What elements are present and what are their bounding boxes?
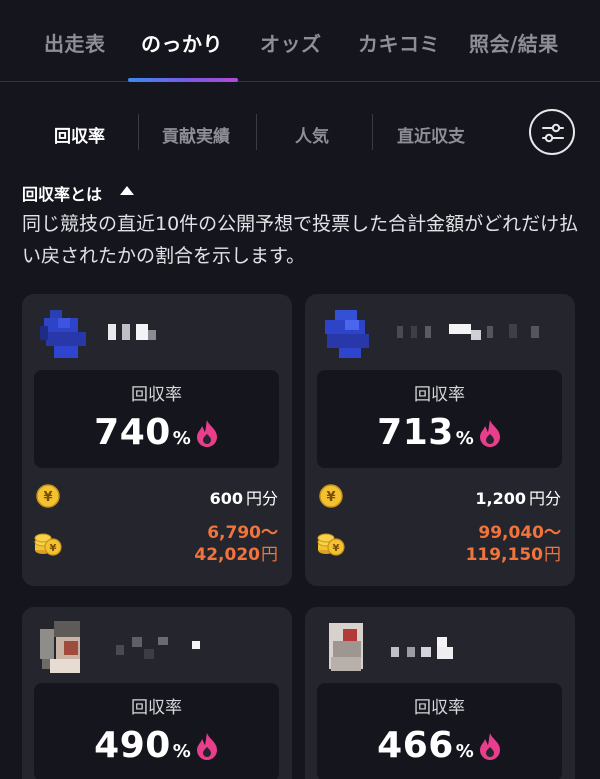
percent-unit: %: [455, 741, 474, 762]
payout-range-max: 119,150: [465, 545, 543, 565]
percent-unit: %: [172, 428, 191, 449]
divider: [372, 114, 373, 150]
filter-button[interactable]: [529, 109, 575, 155]
avatar: [40, 621, 80, 673]
bet-amount: 1,200: [475, 489, 526, 508]
tab-results[interactable]: 照会/結果: [469, 28, 559, 57]
stat-label: 回収率: [414, 698, 465, 718]
bet-unit: 円分: [245, 489, 278, 508]
active-tab-indicator: [128, 78, 238, 82]
subtab-contribution[interactable]: 貢献実績: [162, 122, 230, 147]
payout-unit: 円: [261, 545, 278, 565]
coin-stack-icon: ¥: [317, 533, 345, 556]
user-card[interactable]: 回収率 713% ¥ 1,200 円分 ¥ 99,040～ 119,150円: [305, 294, 575, 586]
stat-label: 回収率: [131, 385, 182, 405]
coin-stack-icon: ¥: [34, 533, 62, 556]
payout-range-min: 99,040～: [478, 523, 561, 543]
stat-label: 回収率: [131, 698, 182, 718]
recovery-rate-value: 713: [377, 412, 454, 453]
username-mosaic: [397, 324, 539, 340]
tab-kakikomi[interactable]: カキコミ: [358, 28, 440, 57]
avatar: [40, 310, 86, 358]
yen-coin-icon: ¥: [36, 484, 60, 508]
tab-odds[interactable]: オッズ: [260, 28, 322, 57]
avatar: [325, 310, 369, 358]
fire-icon: [479, 733, 500, 760]
username-mosaic: [391, 637, 453, 659]
percent-unit: %: [455, 428, 474, 449]
payout-range-max: 42,020: [194, 545, 260, 565]
payout-unit: 円: [544, 545, 561, 565]
subtab-popularity[interactable]: 人気: [295, 122, 329, 147]
recovery-rate-value: 490: [94, 725, 171, 766]
fire-icon: [196, 733, 217, 760]
username-mosaic: [108, 324, 156, 340]
svg-text:¥: ¥: [43, 490, 52, 505]
recovery-rate-value: 466: [377, 725, 454, 766]
username-mosaic: [116, 637, 200, 659]
payout-range-min: 6,790～: [207, 523, 278, 543]
subtab-recent-balance[interactable]: 直近収支: [397, 122, 465, 147]
user-card[interactable]: 回収率 466%: [305, 607, 575, 779]
fire-icon: [479, 420, 500, 447]
recovery-rate-box: 回収率 740%: [34, 370, 279, 468]
bet-amount: 600: [209, 489, 243, 508]
bet-unit: 円分: [528, 489, 561, 508]
svg-text:¥: ¥: [333, 543, 340, 554]
yen-coin-icon: ¥: [319, 484, 343, 508]
stat-label: 回収率: [414, 385, 465, 405]
tab-nokkari[interactable]: のっかり: [141, 28, 223, 57]
subtab-recovery-rate[interactable]: 回収率: [54, 122, 105, 147]
divider: [256, 114, 257, 150]
recovery-rate-box: 回収率 466%: [317, 683, 562, 779]
svg-text:¥: ¥: [50, 543, 57, 554]
recovery-rate-value: 740: [94, 412, 171, 453]
info-description: 同じ競技の直近10件の公開予想で投票した合計金額がどれだけ払い戻されたかの割合を…: [22, 213, 579, 267]
caret-up-icon[interactable]: [120, 186, 134, 195]
recovery-rate-box: 回収率 713%: [317, 370, 562, 468]
tab-race-card[interactable]: 出走表: [44, 28, 106, 57]
user-card[interactable]: 回収率 740% ¥ 600 円分 ¥ 6,790～ 42,020円: [22, 294, 292, 586]
percent-unit: %: [172, 741, 191, 762]
top-tab-bar: 出走表 のっかり オッズ カキコミ 照会/結果: [0, 0, 600, 82]
divider: [138, 114, 139, 150]
sliders-icon: [542, 123, 564, 143]
recovery-rate-box: 回収率 490%: [34, 683, 279, 779]
avatar: [329, 623, 363, 671]
info-title[interactable]: 回収率とは: [22, 181, 102, 205]
svg-text:¥: ¥: [326, 490, 335, 505]
fire-icon: [196, 420, 217, 447]
user-card[interactable]: 回収率 490%: [22, 607, 292, 779]
